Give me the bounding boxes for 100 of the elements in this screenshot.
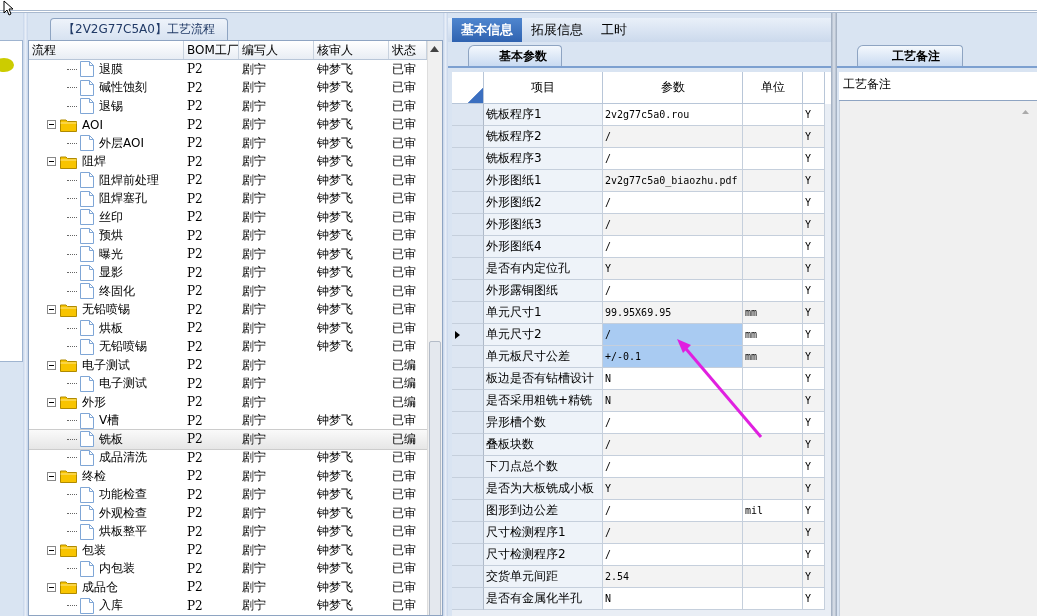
factory-text: P2: [187, 154, 203, 169]
tree-row[interactable]: 终固化 P2 剧宁 钟梦飞 已审: [29, 282, 427, 301]
panel-tab[interactable]: 【2V2G77C5A0】工艺流程: [50, 18, 228, 40]
tree-row[interactable]: 阻焊 P2 剧宁 钟梦飞 已审: [29, 152, 427, 171]
author-text: 剧宁: [242, 245, 266, 263]
scrollbar[interactable]: [427, 41, 442, 615]
tree-row[interactable]: 烘板 P2 剧宁 钟梦飞 已审: [29, 319, 427, 338]
tree-row[interactable]: 丝印 P2 剧宁 钟梦飞 已审: [29, 208, 427, 227]
table-cell[interactable]: /: [603, 544, 743, 566]
tree-row[interactable]: 退锡 P2 剧宁 钟梦飞 已审: [29, 97, 427, 116]
tree-row[interactable]: 烘板整平 P2 剧宁 钟梦飞 已审: [29, 522, 427, 541]
tree-row[interactable]: 电子测试 P2 剧宁 已编: [29, 356, 427, 375]
factory-text: P2: [187, 117, 203, 132]
author-text: 剧宁: [242, 301, 266, 319]
table-cell[interactable]: /: [603, 412, 743, 434]
scroll-up-icon[interactable]: [430, 46, 439, 52]
table-cell[interactable]: /: [603, 434, 743, 456]
tree-row[interactable]: 碱性蚀刻 P2 剧宁 钟梦飞 已审: [29, 78, 427, 97]
collapse-icon[interactable]: [47, 360, 56, 370]
tree-row[interactable]: 成品清洗 P2 剧宁 钟梦飞 已审: [29, 448, 427, 467]
table-cell[interactable]: 2v2g77c5a0_biaozhu.pdf: [603, 170, 743, 192]
tree-row[interactable]: 终检 P2 剧宁 钟梦飞 已审: [29, 467, 427, 486]
table-cell[interactable]: 2.54: [603, 566, 743, 588]
status-text: 已审: [392, 597, 416, 615]
tree-row[interactable]: 预烘 P2 剧宁 钟梦飞 已审: [29, 226, 427, 245]
collapse-icon[interactable]: [47, 471, 56, 481]
table-cell: mm: [743, 302, 803, 324]
table-cell[interactable]: /: [603, 456, 743, 478]
table-cell[interactable]: /: [603, 192, 743, 214]
scroll-thumb[interactable]: [429, 341, 441, 615]
tree-row[interactable]: 入库 P2 剧宁 钟梦飞 已审: [29, 596, 427, 615]
collapse-icon[interactable]: [47, 545, 56, 555]
factory-text: P2: [187, 506, 203, 521]
notes-field[interactable]: [839, 101, 1037, 616]
table-cell[interactable]: +/-0.1: [603, 346, 743, 368]
table-cell[interactable]: /: [603, 126, 743, 148]
table-cell: [743, 368, 803, 390]
tab[interactable]: 工时: [592, 18, 636, 42]
table-cell[interactable]: /: [603, 236, 743, 258]
column-header[interactable]: [803, 72, 825, 104]
panel-tab[interactable]: 基本参数: [468, 45, 562, 66]
column-header[interactable]: 参数: [603, 72, 743, 104]
collapse-icon[interactable]: [47, 397, 56, 407]
tree-row[interactable]: V槽 P2 剧宁 钟梦飞 已审: [29, 411, 427, 430]
table-cell: mil: [743, 500, 803, 522]
tab[interactable]: 基本信息: [452, 18, 522, 42]
tree-row[interactable]: 退膜 P2 剧宁 钟梦飞 已审: [29, 60, 427, 79]
tree-row[interactable]: 包装 P2 剧宁 钟梦飞 已审: [29, 541, 427, 560]
table-cell: Y: [803, 456, 825, 478]
tree-row[interactable]: 阻焊前处理 P2 剧宁 钟梦飞 已审: [29, 171, 427, 190]
table-cell[interactable]: 99.95X69.95: [603, 302, 743, 324]
collapse-icon[interactable]: [47, 120, 56, 130]
table-cell[interactable]: /: [603, 280, 743, 302]
author-text: 剧宁: [242, 208, 266, 226]
table-cell[interactable]: N: [603, 390, 743, 412]
tree-row[interactable]: 成品仓 P2 剧宁 钟梦飞 已审: [29, 578, 427, 597]
collapse-icon[interactable]: [47, 305, 56, 315]
collapse-icon[interactable]: [47, 157, 56, 167]
tree-row[interactable]: 外形 P2 剧宁 已编: [29, 393, 427, 412]
tree-row[interactable]: 外观检查 P2 剧宁 钟梦飞 已审: [29, 504, 427, 523]
reviewer-text: 钟梦飞: [317, 467, 353, 485]
tree-row[interactable]: 内包装 P2 剧宁 钟梦飞 已审: [29, 559, 427, 578]
tree-row[interactable]: 铣板 P2 剧宁 已编: [29, 430, 427, 449]
column-header[interactable]: BOM工厂: [184, 41, 239, 59]
folder-icon: [60, 395, 77, 410]
column-header[interactable]: 流程: [29, 41, 184, 59]
table-cell: 外形露铜图纸: [484, 280, 603, 302]
column-header[interactable]: 项目: [484, 72, 603, 104]
tab[interactable]: 拓展信息: [522, 18, 592, 42]
panel-tab[interactable]: 工艺备注: [857, 45, 963, 66]
factory-text: P2: [187, 210, 203, 225]
document-icon: [80, 338, 94, 355]
author-text: 剧宁: [242, 578, 266, 596]
table-cell[interactable]: /: [603, 522, 743, 544]
tree-row[interactable]: 无铅喷锡 P2 剧宁 钟梦飞 已审: [29, 337, 427, 356]
tree-row[interactable]: AOI P2 剧宁 钟梦飞 已审: [29, 115, 427, 134]
table-cell[interactable]: N: [603, 588, 743, 610]
row-header[interactable]: [452, 324, 484, 346]
table-cell[interactable]: /: [603, 214, 743, 236]
table-cell[interactable]: /: [603, 324, 743, 346]
table-cell[interactable]: 2v2g77c5a0.rou: [603, 104, 743, 126]
table-cell[interactable]: Y: [603, 258, 743, 280]
table-cell[interactable]: /: [603, 500, 743, 522]
table-cell[interactable]: N: [603, 368, 743, 390]
table-cell[interactable]: Y: [603, 478, 743, 500]
tree-row[interactable]: 电子测试 P2 剧宁 已编: [29, 374, 427, 393]
tree-row[interactable]: 曝光 P2 剧宁 钟梦飞 已审: [29, 245, 427, 264]
tree-row[interactable]: 外层AOI P2 剧宁 钟梦飞 已审: [29, 134, 427, 153]
column-header[interactable]: 编写人: [239, 41, 314, 59]
reviewer-text: 钟梦飞: [317, 578, 353, 596]
tree-row[interactable]: 阻焊塞孔 P2 剧宁 钟梦飞 已审: [29, 189, 427, 208]
author-text: 剧宁: [242, 153, 266, 171]
collapse-icon[interactable]: [47, 582, 56, 592]
column-header[interactable]: 核审人: [314, 41, 389, 59]
table-cell[interactable]: /: [603, 148, 743, 170]
tree-row[interactable]: 功能检查 P2 剧宁 钟梦飞 已审: [29, 485, 427, 504]
tree-row[interactable]: 显影 P2 剧宁 钟梦飞 已审: [29, 263, 427, 282]
status-text: 已审: [392, 319, 416, 337]
tree-row[interactable]: 无铅喷锡 P2 剧宁 钟梦飞 已审: [29, 300, 427, 319]
column-header[interactable]: 单位: [743, 72, 803, 104]
